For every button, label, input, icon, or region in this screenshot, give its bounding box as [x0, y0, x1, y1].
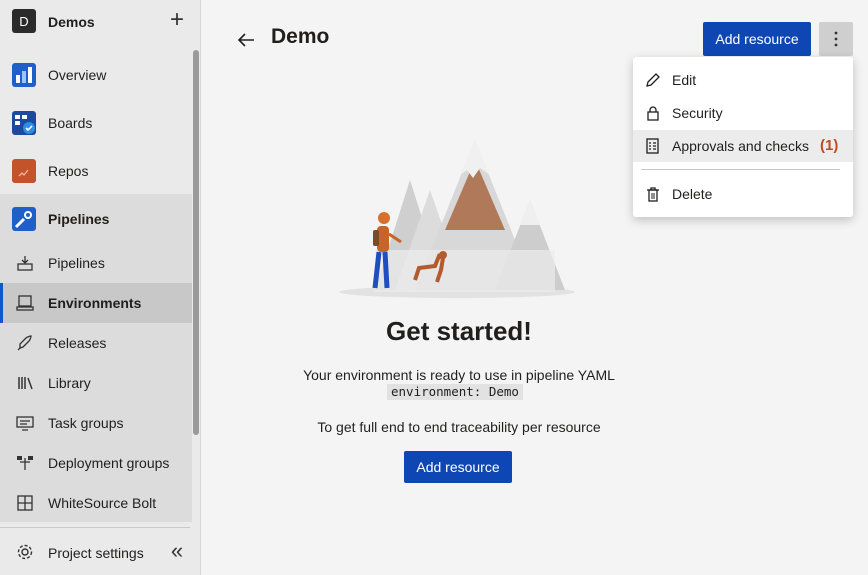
deployment-groups-icon	[16, 454, 34, 472]
nav-item-whitesource[interactable]: WhiteSource Bolt	[0, 483, 192, 523]
checklist-icon	[645, 138, 661, 154]
nav-item-pipelines-sub[interactable]: Pipelines	[0, 243, 192, 283]
traceability-text: To get full end to end traceability per …	[317, 419, 601, 435]
vertical-ellipsis-icon	[834, 31, 838, 47]
menu-item-delete[interactable]: Delete	[633, 178, 853, 210]
pipelines-icon	[12, 207, 36, 231]
nav-label: Pipelines	[48, 211, 110, 227]
library-icon	[16, 374, 34, 392]
mountains-illustration	[335, 130, 580, 300]
nav-item-releases[interactable]: Releases	[0, 323, 192, 363]
repos-icon	[12, 159, 36, 183]
whitesource-icon	[16, 494, 34, 512]
nav-item-environments[interactable]: Environments	[0, 283, 192, 323]
nav-label: Deployment groups	[48, 455, 170, 471]
lock-icon	[645, 105, 661, 121]
add-resource-button-center[interactable]: Add resource	[404, 451, 512, 483]
menu-item-label: Edit	[672, 72, 697, 88]
project-avatar: D	[12, 9, 36, 33]
environments-icon	[16, 294, 34, 312]
menu-item-label: Approvals and checks	[672, 138, 809, 154]
page-title: Demo	[271, 25, 330, 48]
menu-item-approvals-and-checks[interactable]: Approvals and checks (1)	[633, 130, 853, 162]
annotation-badge: (1)	[820, 137, 839, 154]
pencil-icon	[645, 72, 661, 88]
trash-icon	[645, 186, 661, 202]
menu-item-security[interactable]: Security	[633, 97, 853, 129]
gear-icon	[16, 543, 34, 561]
get-started-heading: Get started!	[386, 316, 532, 346]
yaml-code: environment: Demo	[387, 384, 523, 400]
menu-divider	[641, 169, 840, 170]
plus-icon[interactable]: +	[166, 8, 188, 32]
nav-item-task-groups[interactable]: Task groups	[0, 403, 192, 443]
nav-label: Task groups	[48, 415, 124, 431]
nav-label: Environments	[48, 295, 142, 311]
nav-label: Pipelines	[48, 255, 105, 271]
project-header[interactable]: D Demos +	[0, 0, 200, 44]
environment-ready-text: Your environment is ready to use in pipe…	[303, 367, 615, 383]
menu-item-label: Delete	[672, 186, 713, 202]
project-settings-label: Project settings	[48, 545, 144, 561]
sidebar: D Demos + Overview Boards Repos Pipeline…	[0, 0, 201, 575]
pipeline-sub-icon	[16, 254, 34, 272]
sidebar-scrollbar[interactable]	[193, 50, 199, 435]
releases-icon	[16, 334, 34, 352]
nav-label: Boards	[48, 115, 93, 131]
project-settings-button[interactable]: Project settings	[0, 528, 160, 575]
project-name[interactable]: Demos	[48, 14, 95, 30]
nav-label: Releases	[48, 335, 107, 351]
back-arrow-icon[interactable]	[234, 28, 258, 52]
task-groups-icon	[16, 414, 34, 432]
nav-label: WhiteSource Bolt	[48, 495, 157, 511]
nav-item-pipelines[interactable]: Pipelines	[0, 195, 192, 243]
sidebar-footer: Project settings «	[0, 527, 190, 575]
nav-item-repos[interactable]: Repos	[0, 147, 192, 195]
nav-label: Overview	[48, 67, 107, 83]
double-chevron-left-icon[interactable]: «	[165, 540, 189, 564]
add-resource-button[interactable]: Add resource	[703, 22, 811, 56]
menu-item-label: Security	[672, 105, 723, 121]
nav-item-deployment-groups[interactable]: Deployment groups	[0, 443, 192, 483]
nav-item-overview[interactable]: Overview	[0, 51, 192, 99]
nav-item-boards[interactable]: Boards	[0, 99, 192, 147]
more-options-button[interactable]	[819, 22, 853, 56]
boards-icon	[12, 111, 36, 135]
overview-icon	[12, 63, 36, 87]
nav-label: Repos	[48, 163, 89, 179]
menu-item-edit[interactable]: Edit	[633, 64, 853, 96]
nav-item-library[interactable]: Library	[0, 363, 192, 403]
nav-label: Library	[48, 375, 91, 391]
more-options-menu: Edit Security Approvals and checks (1) D…	[633, 57, 853, 217]
